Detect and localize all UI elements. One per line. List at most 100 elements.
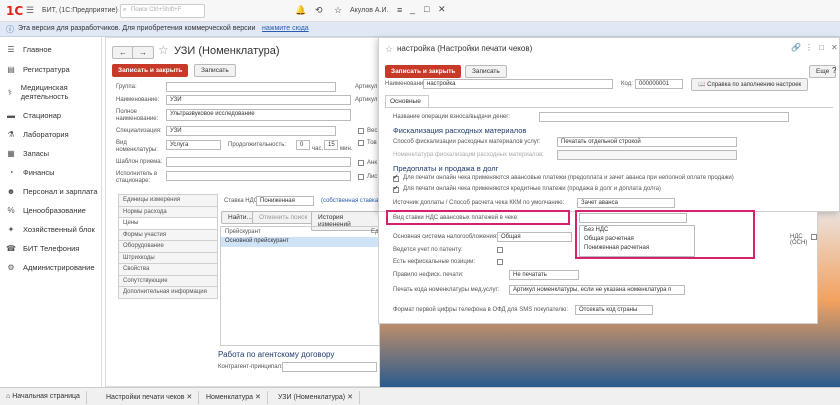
vid-field[interactable]: Услуга: [166, 140, 221, 150]
help-settings-button[interactable]: 📖 Справка по заполнению настроек: [691, 78, 809, 91]
phone-format-field[interactable]: Отсекать код страны: [575, 305, 653, 315]
sidebar-item-main[interactable]: ☰ Главное: [6, 45, 51, 54]
template-field[interactable]: [166, 157, 351, 167]
patent-checkbox[interactable]: [497, 247, 503, 253]
save-button[interactable]: Записать: [465, 65, 507, 78]
task-print-settings[interactable]: Настройки печати чеков ✕: [100, 391, 200, 404]
task-home[interactable]: ⌂ Начальная страница: [0, 391, 87, 404]
duration-label: Продолжительность:: [228, 142, 287, 148]
menu-icon: ☰: [7, 45, 15, 54]
duration-hours[interactable]: 0: [296, 140, 310, 150]
maximize-icon[interactable]: □: [819, 43, 824, 52]
credit-payments-checkbox[interactable]: [393, 184, 399, 193]
close-icon[interactable]: ✕: [438, 4, 446, 15]
code-field[interactable]: 000000001: [635, 79, 683, 89]
fiscal-method-field[interactable]: Печатать отдельной строкой: [557, 137, 737, 147]
operation-field[interactable]: [539, 112, 789, 122]
tab-forms[interactable]: Формы участия: [118, 229, 218, 241]
full-name-field[interactable]: Ультразвуковое исследование: [166, 109, 351, 121]
sidebar-item-hospital[interactable]: ▬ Стационар: [6, 111, 61, 120]
tab-barcodes[interactable]: Штрихкоды: [118, 252, 218, 264]
forward-button[interactable]: →: [132, 46, 154, 59]
tab-additional[interactable]: Дополнительная информация: [118, 287, 218, 299]
vat-link[interactable]: (собственная ставка: [321, 198, 378, 204]
close-icon[interactable]: ✕: [186, 394, 192, 401]
print-code-field[interactable]: Артикул номенклатуры, если не указана но…: [509, 285, 685, 295]
favorite-star-icon[interactable]: ☆: [385, 44, 393, 55]
ank-label: Анк: [367, 160, 377, 166]
spec-field[interactable]: УЗИ: [166, 126, 336, 136]
nonfiscal-rule-field[interactable]: Не печатать: [509, 270, 579, 280]
list-checkbox[interactable]: [358, 174, 364, 180]
menu-icon[interactable]: ☰: [26, 5, 34, 16]
tab-equipment[interactable]: Оборудование: [118, 241, 218, 253]
link-icon[interactable]: 🔗: [791, 43, 801, 52]
tab-units[interactable]: Единицы измерения: [118, 195, 218, 207]
tov-label: Тов: [367, 140, 377, 146]
highlight-vat-label: [386, 210, 570, 225]
sidebar-item-medical[interactable]: ⚕ Медицинская деятельность: [6, 83, 96, 101]
advance-payments-checkbox[interactable]: [393, 173, 399, 182]
favorite-star-icon[interactable]: ☆: [158, 43, 169, 57]
save-close-button[interactable]: Записать и закрыть: [385, 65, 462, 78]
save-close-button[interactable]: Записать и закрыть: [112, 64, 189, 77]
tab-main[interactable]: Основные: [385, 95, 429, 107]
user-name[interactable]: Акулов А.И.: [350, 7, 388, 14]
maximize-icon[interactable]: □: [424, 4, 429, 14]
tab-norms[interactable]: Нормы расхода: [118, 206, 218, 218]
source-field[interactable]: Зачет аванса: [577, 198, 675, 208]
task-uzi[interactable]: УЗИ (Номенклатура) ✕: [272, 391, 360, 404]
print-code-label: Печать кода номенклатуры мед.услуг:: [393, 287, 500, 293]
nonfiscal-checkbox[interactable]: [497, 259, 503, 265]
search-input[interactable]: ⌕ Поиск Ctrl+Shift+F: [120, 4, 205, 18]
ank-checkbox[interactable]: [358, 160, 364, 166]
tab-prices[interactable]: Цены: [118, 218, 218, 230]
duration-minutes[interactable]: 15: [324, 140, 338, 150]
tax-field[interactable]: Общая: [497, 232, 572, 242]
sidebar-item-staff[interactable]: ☻ Персонал и зарплата: [6, 187, 98, 196]
sidebar-item-lab[interactable]: ⚗ Лаборатория: [6, 130, 68, 139]
minimize-icon[interactable]: _: [410, 4, 415, 14]
nds-osn-checkbox[interactable]: [811, 234, 817, 240]
table-row[interactable]: Основной прейскурант: [221, 237, 379, 247]
close-icon[interactable]: ✕: [255, 394, 261, 401]
history-icon[interactable]: ⟲: [315, 5, 323, 16]
more-icon[interactable]: ⋮: [805, 43, 813, 52]
close-icon[interactable]: ✕: [831, 43, 838, 52]
cancel-search-button[interactable]: Отменить поиск: [252, 211, 315, 224]
bell-icon[interactable]: 🔔: [295, 5, 306, 16]
sidebar-item-telephony[interactable]: ☎ БИТ Телефония: [6, 244, 79, 253]
id-card-icon: ▤: [7, 65, 15, 74]
settings-icon[interactable]: ≡: [397, 5, 402, 15]
info-link[interactable]: нажмите сюда: [262, 25, 309, 32]
principal-label: Контрагент-принципал:: [218, 364, 283, 370]
sidebar-item-registry[interactable]: ▤ Регистратура: [6, 65, 69, 74]
help-icon[interactable]: ?: [832, 66, 836, 75]
fiscal-nom-field[interactable]: [557, 150, 737, 160]
sidebar-item-admin[interactable]: ⚙ Администрирование: [6, 263, 94, 272]
template-label: Шаблон приема:: [116, 159, 163, 165]
ves-checkbox[interactable]: [358, 128, 364, 134]
fiscal-method-label: Способ фискализации расходных материалов…: [393, 139, 541, 145]
name-field[interactable]: УЗИ: [166, 95, 351, 105]
close-icon[interactable]: ✕: [347, 394, 353, 401]
group-field[interactable]: [166, 82, 336, 92]
sidebar-item-household[interactable]: ✦ Хозяйственный блок: [6, 225, 95, 234]
sidebar-item-finance[interactable]: ◔ Финансы: [6, 168, 55, 177]
tab-related[interactable]: Сопутствующие: [118, 275, 218, 287]
back-button[interactable]: ←: [112, 46, 134, 59]
star-icon[interactable]: ☆: [334, 5, 342, 16]
principal-field[interactable]: [282, 362, 377, 372]
sidebar-item-pricing[interactable]: % Ценообразование: [6, 206, 85, 215]
save-button[interactable]: Записать: [194, 64, 236, 77]
sidebar-item-stock[interactable]: ▦ Запасы: [6, 149, 49, 158]
tov-checkbox[interactable]: [358, 140, 364, 146]
article-label: Артикул: [355, 84, 378, 90]
advance-payments-label: Для печати онлайн чека применяются аванс…: [403, 175, 734, 181]
tab-properties[interactable]: Свойства: [118, 264, 218, 276]
vat-field[interactable]: Пониженная: [256, 196, 314, 206]
executor-field[interactable]: [166, 171, 351, 181]
name-field[interactable]: настройка: [423, 79, 613, 89]
percent-icon: %: [7, 206, 15, 215]
task-nomenclature[interactable]: Номенклатура ✕: [200, 391, 268, 404]
